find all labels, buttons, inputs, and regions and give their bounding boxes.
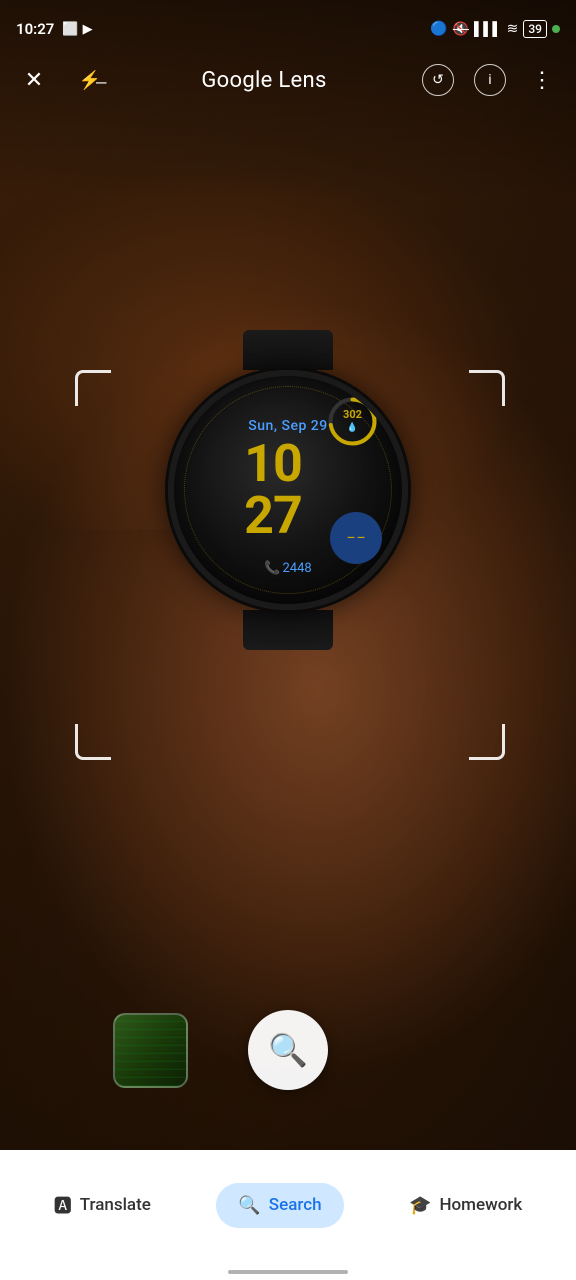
- battery-icon: 39: [523, 20, 547, 38]
- home-indicator: [228, 1270, 348, 1274]
- shutter-search-icon: 🔍: [268, 1031, 308, 1069]
- watch-subject: 302 💧 Sun, Sep 29 10 27 📞 2448: [168, 330, 408, 610]
- google-lens-toolbar: ✕ ⚡̶ Google Lens ↺ i ⋮: [0, 50, 576, 110]
- close-icon: ✕: [25, 68, 43, 93]
- watch-band-top: [243, 330, 333, 370]
- translate-icon: 🅰: [54, 1192, 72, 1218]
- history-icon: ↺: [422, 64, 454, 96]
- watch-bottom-widget: [330, 512, 382, 564]
- status-right-icons: 🔵 🔇 ▌▌▌ ≋ 39: [430, 20, 560, 38]
- bluetooth-icon: 🔵: [430, 21, 447, 37]
- watch-minute: 27: [244, 490, 302, 542]
- flash-off-icon: ⚡̶: [79, 70, 101, 91]
- history-button[interactable]: ↺: [420, 62, 456, 98]
- close-button[interactable]: ✕: [16, 62, 52, 98]
- search-label: Search: [269, 1195, 322, 1215]
- steps-value: 2448: [282, 561, 311, 576]
- watch-hour: 10: [244, 438, 302, 490]
- flash-off-button[interactable]: ⚡̶: [72, 62, 108, 98]
- info-button[interactable]: i: [472, 62, 508, 98]
- tab-search[interactable]: 🔍 Search: [216, 1183, 343, 1228]
- muted-icon: 🔇: [453, 22, 469, 37]
- status-time: 10:27: [16, 20, 54, 38]
- battery-charging-dot: [552, 25, 560, 33]
- status-bar: 10:27 ⬜ ▶ 🔵 🔇 ▌▌▌ ≋ 39: [0, 0, 576, 50]
- toolbar-right-actions: ↺ i ⋮: [420, 62, 560, 98]
- bottom-tab-bar: 🅰 Translate 🔍 Search 🎓 Homework: [0, 1150, 576, 1280]
- camera-controls: 🔍: [0, 990, 576, 1110]
- watch-time: 10 27: [244, 438, 302, 542]
- placeholder-right: [388, 1013, 463, 1088]
- watch-band-bottom: [243, 610, 333, 650]
- watch-date: Sun, Sep 29: [248, 418, 327, 434]
- more-icon: ⋮: [531, 68, 553, 93]
- steps-icon: 📞: [264, 561, 280, 576]
- camera-record-icon: ▶: [83, 22, 93, 37]
- info-icon: i: [474, 64, 506, 96]
- homework-label: Homework: [439, 1195, 522, 1215]
- signal-icon: ▌▌▌: [474, 21, 502, 37]
- wifi-icon: ≋: [507, 21, 519, 37]
- toolbar-left-actions: ✕ ⚡̶: [16, 62, 108, 98]
- watch-steps: 📞 2448: [264, 561, 311, 576]
- homework-icon: 🎓: [409, 1195, 431, 1216]
- watch-body: 302 💧 Sun, Sep 29 10 27 📞 2448: [168, 370, 408, 610]
- shutter-button[interactable]: 🔍: [248, 1010, 328, 1090]
- screen-recorder-icon: ⬜: [62, 22, 78, 37]
- tab-translate[interactable]: 🅰 Translate: [32, 1180, 173, 1230]
- translate-label: Translate: [80, 1195, 151, 1215]
- search-tab-icon: 🔍: [238, 1195, 260, 1216]
- tab-homework[interactable]: 🎓 Homework: [387, 1183, 544, 1228]
- photo-thumbnail[interactable]: [113, 1013, 188, 1088]
- more-options-button[interactable]: ⋮: [524, 62, 560, 98]
- app-title: Google Lens: [201, 68, 326, 93]
- status-icons: ⬜ ▶: [62, 22, 92, 37]
